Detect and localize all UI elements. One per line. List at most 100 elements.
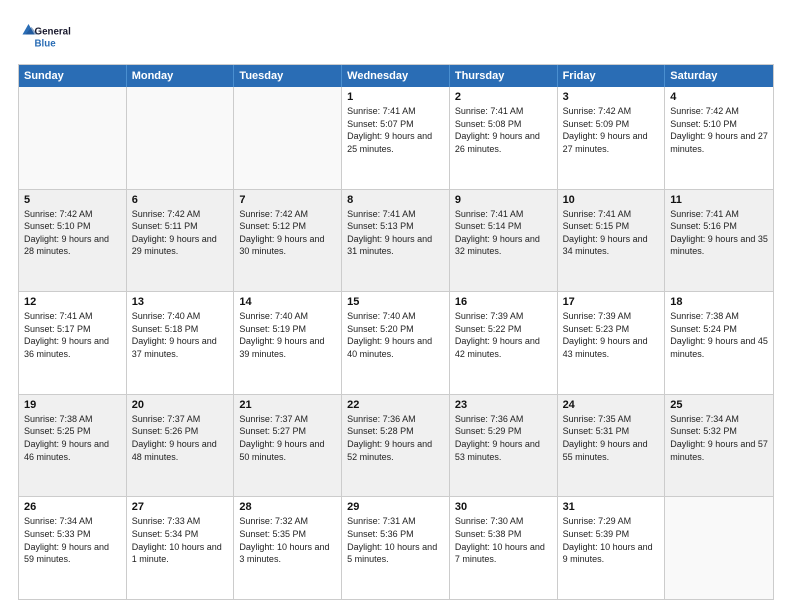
calendar-cell-13: 13 Sunrise: 7:40 AM Sunset: 5:18 PM Dayli… bbox=[127, 292, 235, 394]
calendar-cell-30: 30 Sunrise: 7:30 AM Sunset: 5:38 PM Dayli… bbox=[450, 497, 558, 599]
calendar-cell-3: 3 Sunrise: 7:42 AM Sunset: 5:09 PM Daylig… bbox=[558, 87, 666, 189]
cell-info: Sunrise: 7:42 AM Sunset: 5:12 PM Dayligh… bbox=[239, 208, 336, 258]
cell-info: Sunrise: 7:41 AM Sunset: 5:08 PM Dayligh… bbox=[455, 105, 552, 155]
day-number: 31 bbox=[563, 501, 660, 513]
day-number: 12 bbox=[24, 296, 121, 308]
calendar-cell-empty bbox=[19, 87, 127, 189]
header-day-thursday: Thursday bbox=[450, 65, 558, 87]
calendar-row-2: 12 Sunrise: 7:41 AM Sunset: 5:17 PM Dayli… bbox=[19, 291, 773, 394]
day-number: 4 bbox=[670, 91, 768, 103]
day-number: 29 bbox=[347, 501, 444, 513]
calendar-cell-10: 10Sunrise: 7:41 AM Sunset: 5:15 PM Dayli… bbox=[558, 190, 666, 292]
header-day-monday: Monday bbox=[127, 65, 235, 87]
day-number: 19 bbox=[24, 399, 121, 411]
cell-info: Sunrise: 7:40 AM Sunset: 5:18 PM Dayligh… bbox=[132, 310, 229, 360]
cell-info: Sunrise: 7:36 AM Sunset: 5:29 PM Dayligh… bbox=[455, 413, 552, 463]
cell-info: Sunrise: 7:32 AM Sunset: 5:35 PM Dayligh… bbox=[239, 515, 336, 565]
svg-text:Blue: Blue bbox=[35, 39, 57, 50]
day-number: 8 bbox=[347, 194, 444, 206]
cell-info: Sunrise: 7:36 AM Sunset: 5:28 PM Dayligh… bbox=[347, 413, 444, 463]
cell-info: Sunrise: 7:34 AM Sunset: 5:32 PM Dayligh… bbox=[670, 413, 768, 463]
cell-info: Sunrise: 7:34 AM Sunset: 5:33 PM Dayligh… bbox=[24, 515, 121, 565]
svg-text:General: General bbox=[35, 27, 72, 38]
day-number: 25 bbox=[670, 399, 768, 411]
day-number: 30 bbox=[455, 501, 552, 513]
calendar-header: SundayMondayTuesdayWednesdayThursdayFrid… bbox=[19, 65, 773, 87]
day-number: 21 bbox=[239, 399, 336, 411]
day-number: 10 bbox=[563, 194, 660, 206]
cell-info: Sunrise: 7:40 AM Sunset: 5:20 PM Dayligh… bbox=[347, 310, 444, 360]
calendar-cell-1: 1Sunrise: 7:41 AM Sunset: 5:07 PM Daylig… bbox=[342, 87, 450, 189]
logo: General Blue bbox=[18, 16, 78, 56]
cell-info: Sunrise: 7:41 AM Sunset: 5:17 PM Dayligh… bbox=[24, 310, 121, 360]
calendar-row-1: 5 Sunrise: 7:42 AM Sunset: 5:10 PM Daylig… bbox=[19, 189, 773, 292]
cell-info: Sunrise: 7:41 AM Sunset: 5:14 PM Dayligh… bbox=[455, 208, 552, 258]
header-day-tuesday: Tuesday bbox=[234, 65, 342, 87]
cell-info: Sunrise: 7:38 AM Sunset: 5:24 PM Dayligh… bbox=[670, 310, 768, 360]
day-number: 26 bbox=[24, 501, 121, 513]
cell-info: Sunrise: 7:39 AM Sunset: 5:23 PM Dayligh… bbox=[563, 310, 660, 360]
day-number: 23 bbox=[455, 399, 552, 411]
day-number: 24 bbox=[563, 399, 660, 411]
calendar-cell-4: 4 Sunrise: 7:42 AM Sunset: 5:10 PM Daylig… bbox=[665, 87, 773, 189]
day-number: 1 bbox=[347, 91, 444, 103]
day-number: 27 bbox=[132, 501, 229, 513]
calendar-row-4: 26 Sunrise: 7:34 AM Sunset: 5:33 PM Dayli… bbox=[19, 496, 773, 599]
day-number: 17 bbox=[563, 296, 660, 308]
calendar-cell-18: 18 Sunrise: 7:38 AM Sunset: 5:24 PM Dayli… bbox=[665, 292, 773, 394]
calendar-row-3: 19 Sunrise: 7:38 AM Sunset: 5:25 PM Dayli… bbox=[19, 394, 773, 497]
calendar-cell-25: 25 Sunrise: 7:34 AM Sunset: 5:32 PM Dayli… bbox=[665, 395, 773, 497]
day-number: 15 bbox=[347, 296, 444, 308]
day-number: 13 bbox=[132, 296, 229, 308]
cell-info: Sunrise: 7:42 AM Sunset: 5:09 PM Dayligh… bbox=[563, 105, 660, 155]
calendar-cell-19: 19 Sunrise: 7:38 AM Sunset: 5:25 PM Dayli… bbox=[19, 395, 127, 497]
cell-info: Sunrise: 7:30 AM Sunset: 5:38 PM Dayligh… bbox=[455, 515, 552, 565]
calendar-cell-21: 21 Sunrise: 7:37 AM Sunset: 5:27 PM Dayli… bbox=[234, 395, 342, 497]
cell-info: Sunrise: 7:38 AM Sunset: 5:25 PM Dayligh… bbox=[24, 413, 121, 463]
cell-info: Sunrise: 7:41 AM Sunset: 5:16 PM Dayligh… bbox=[670, 208, 768, 258]
header-day-wednesday: Wednesday bbox=[342, 65, 450, 87]
calendar-cell-14: 14 Sunrise: 7:40 AM Sunset: 5:19 PM Dayli… bbox=[234, 292, 342, 394]
day-number: 28 bbox=[239, 501, 336, 513]
cell-info: Sunrise: 7:37 AM Sunset: 5:26 PM Dayligh… bbox=[132, 413, 229, 463]
day-number: 5 bbox=[24, 194, 121, 206]
calendar-cell-26: 26 Sunrise: 7:34 AM Sunset: 5:33 PM Dayli… bbox=[19, 497, 127, 599]
calendar-cell-empty bbox=[234, 87, 342, 189]
day-number: 7 bbox=[239, 194, 336, 206]
calendar-cell-23: 23 Sunrise: 7:36 AM Sunset: 5:29 PM Dayli… bbox=[450, 395, 558, 497]
calendar-cell-6: 6Sunrise: 7:42 AM Sunset: 5:11 PM Daylig… bbox=[127, 190, 235, 292]
cell-info: Sunrise: 7:40 AM Sunset: 5:19 PM Dayligh… bbox=[239, 310, 336, 360]
header-day-sunday: Sunday bbox=[19, 65, 127, 87]
cell-info: Sunrise: 7:42 AM Sunset: 5:10 PM Dayligh… bbox=[24, 208, 121, 258]
header-day-saturday: Saturday bbox=[665, 65, 773, 87]
calendar-cell-28: 28 Sunrise: 7:32 AM Sunset: 5:35 PM Dayli… bbox=[234, 497, 342, 599]
day-number: 14 bbox=[239, 296, 336, 308]
day-number: 18 bbox=[670, 296, 768, 308]
calendar: SundayMondayTuesdayWednesdayThursdayFrid… bbox=[18, 64, 774, 600]
day-number: 9 bbox=[455, 194, 552, 206]
day-number: 3 bbox=[563, 91, 660, 103]
calendar-row-0: 1Sunrise: 7:41 AM Sunset: 5:07 PM Daylig… bbox=[19, 87, 773, 189]
calendar-cell-9: 9 Sunrise: 7:41 AM Sunset: 5:14 PM Daylig… bbox=[450, 190, 558, 292]
cell-info: Sunrise: 7:37 AM Sunset: 5:27 PM Dayligh… bbox=[239, 413, 336, 463]
calendar-cell-11: 11Sunrise: 7:41 AM Sunset: 5:16 PM Dayli… bbox=[665, 190, 773, 292]
calendar-cell-20: 20 Sunrise: 7:37 AM Sunset: 5:26 PM Dayli… bbox=[127, 395, 235, 497]
header-day-friday: Friday bbox=[558, 65, 666, 87]
calendar-body: 1Sunrise: 7:41 AM Sunset: 5:07 PM Daylig… bbox=[19, 87, 773, 599]
cell-info: Sunrise: 7:42 AM Sunset: 5:10 PM Dayligh… bbox=[670, 105, 768, 155]
calendar-cell-5: 5 Sunrise: 7:42 AM Sunset: 5:10 PM Daylig… bbox=[19, 190, 127, 292]
cell-info: Sunrise: 7:29 AM Sunset: 5:39 PM Dayligh… bbox=[563, 515, 660, 565]
logo-svg: General Blue bbox=[18, 16, 78, 56]
cell-info: Sunrise: 7:33 AM Sunset: 5:34 PM Dayligh… bbox=[132, 515, 229, 565]
calendar-cell-17: 17 Sunrise: 7:39 AM Sunset: 5:23 PM Dayli… bbox=[558, 292, 666, 394]
cell-info: Sunrise: 7:35 AM Sunset: 5:31 PM Dayligh… bbox=[563, 413, 660, 463]
calendar-cell-24: 24 Sunrise: 7:35 AM Sunset: 5:31 PM Dayli… bbox=[558, 395, 666, 497]
calendar-cell-8: 8 Sunrise: 7:41 AM Sunset: 5:13 PM Daylig… bbox=[342, 190, 450, 292]
calendar-cell-27: 27 Sunrise: 7:33 AM Sunset: 5:34 PM Dayli… bbox=[127, 497, 235, 599]
day-number: 20 bbox=[132, 399, 229, 411]
page-header: General Blue bbox=[18, 16, 774, 56]
cell-info: Sunrise: 7:41 AM Sunset: 5:13 PM Dayligh… bbox=[347, 208, 444, 258]
day-number: 2 bbox=[455, 91, 552, 103]
day-number: 16 bbox=[455, 296, 552, 308]
calendar-cell-12: 12 Sunrise: 7:41 AM Sunset: 5:17 PM Dayli… bbox=[19, 292, 127, 394]
